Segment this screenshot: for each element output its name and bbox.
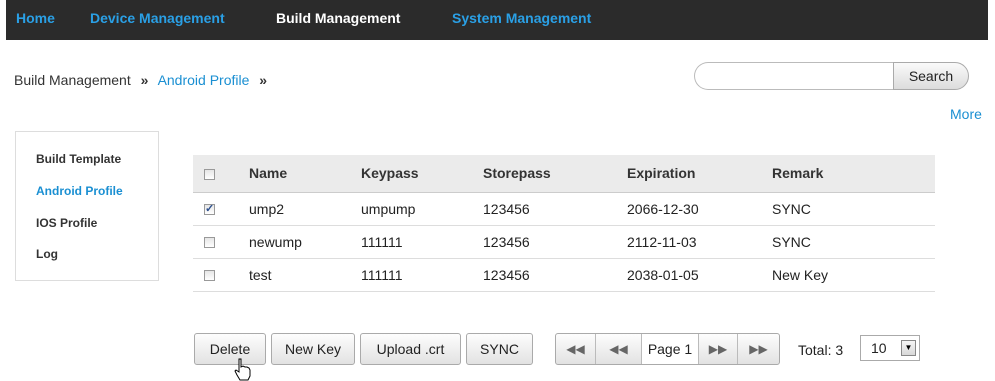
last-page-icon[interactable]: ▶▶ [738, 334, 779, 364]
cell-expiration: 2112-11-03 [627, 234, 697, 250]
breadcrumb-separator: » [140, 72, 149, 88]
table-row[interactable]: newump 111111 123456 2112-11-03 SYNC [193, 226, 935, 259]
cell-remark: SYNC [772, 234, 811, 250]
breadcrumb: Build Management » Android Profile » [14, 72, 273, 88]
new-key-button[interactable]: New Key [271, 333, 355, 365]
page-size-select[interactable]: 10 ▼ [860, 335, 920, 361]
cell-keypass: umpump [361, 201, 416, 217]
sidebar-item-build-template[interactable]: Build Template [36, 152, 121, 166]
cell-name: newump [249, 234, 302, 250]
select-all-checkbox[interactable] [204, 169, 215, 180]
next-page-icon[interactable]: ▶▶ [699, 334, 738, 364]
prev-page-icon[interactable]: ◀◀ [596, 334, 642, 364]
sidebar-item-log[interactable]: Log [36, 247, 58, 261]
hand-cursor-icon [234, 358, 251, 381]
column-header-name: Name [249, 165, 288, 181]
cell-remark: SYNC [772, 201, 811, 217]
cell-remark: New Key [772, 267, 829, 283]
pager: ◀◀ ◀◀ Page 1 ▶▶ ▶▶ [555, 333, 780, 365]
cell-keypass: 111111 [361, 267, 403, 283]
table-header: Name Keypass Storepass Expiration Remark [193, 155, 935, 193]
cell-keypass: 111111 [361, 234, 403, 250]
search-button[interactable]: Search [893, 62, 969, 90]
sidebar-item-ios-profile[interactable]: IOS Profile [36, 216, 97, 230]
upload-crt-button[interactable]: Upload .crt [360, 333, 461, 365]
nav-device-management[interactable]: Device Management [90, 10, 225, 26]
column-header-keypass: Keypass [361, 165, 419, 181]
breadcrumb-current[interactable]: Android Profile [158, 72, 250, 88]
table-row[interactable]: ump2 umpump 123456 2066-12-30 SYNC [193, 193, 935, 226]
row-checkbox[interactable] [204, 270, 215, 281]
cell-storepass: 123456 [483, 234, 530, 250]
cell-storepass: 123456 [483, 267, 530, 283]
row-checkbox[interactable] [204, 237, 215, 248]
row-checkbox[interactable] [204, 202, 215, 215]
nav-home[interactable]: Home [16, 10, 55, 26]
page-indicator: Page 1 [642, 334, 699, 364]
table-row[interactable]: test 111111 123456 2038-01-05 New Key [193, 259, 935, 292]
chevron-down-icon[interactable]: ▼ [901, 340, 916, 356]
column-header-remark: Remark [772, 165, 824, 181]
nav-system-management[interactable]: System Management [452, 10, 591, 26]
nav-build-management[interactable]: Build Management [276, 10, 400, 26]
cell-expiration: 2066-12-30 [627, 201, 699, 217]
sidebar-item-android-profile[interactable]: Android Profile [36, 184, 123, 198]
cell-name: ump2 [249, 201, 285, 217]
sync-button[interactable]: SYNC [466, 333, 533, 365]
sidebar: Build Template Android Profile IOS Profi… [15, 131, 159, 281]
column-header-expiration: Expiration [627, 165, 696, 181]
search-input[interactable] [694, 62, 894, 90]
top-nav-bar: Home Device Management Build Management … [6, 0, 988, 40]
breadcrumb-root: Build Management [14, 72, 131, 88]
more-link[interactable]: More [950, 106, 982, 122]
column-header-storepass: Storepass [483, 165, 551, 181]
cell-storepass: 123456 [483, 201, 530, 217]
cell-name: test [249, 267, 272, 283]
delete-button[interactable]: Delete [194, 333, 266, 365]
cell-expiration: 2038-01-05 [627, 267, 699, 283]
total-count: Total: 3 [798, 342, 844, 358]
breadcrumb-separator: » [259, 72, 268, 88]
page-size-value: 10 [871, 340, 887, 356]
first-page-icon[interactable]: ◀◀ [556, 334, 596, 364]
